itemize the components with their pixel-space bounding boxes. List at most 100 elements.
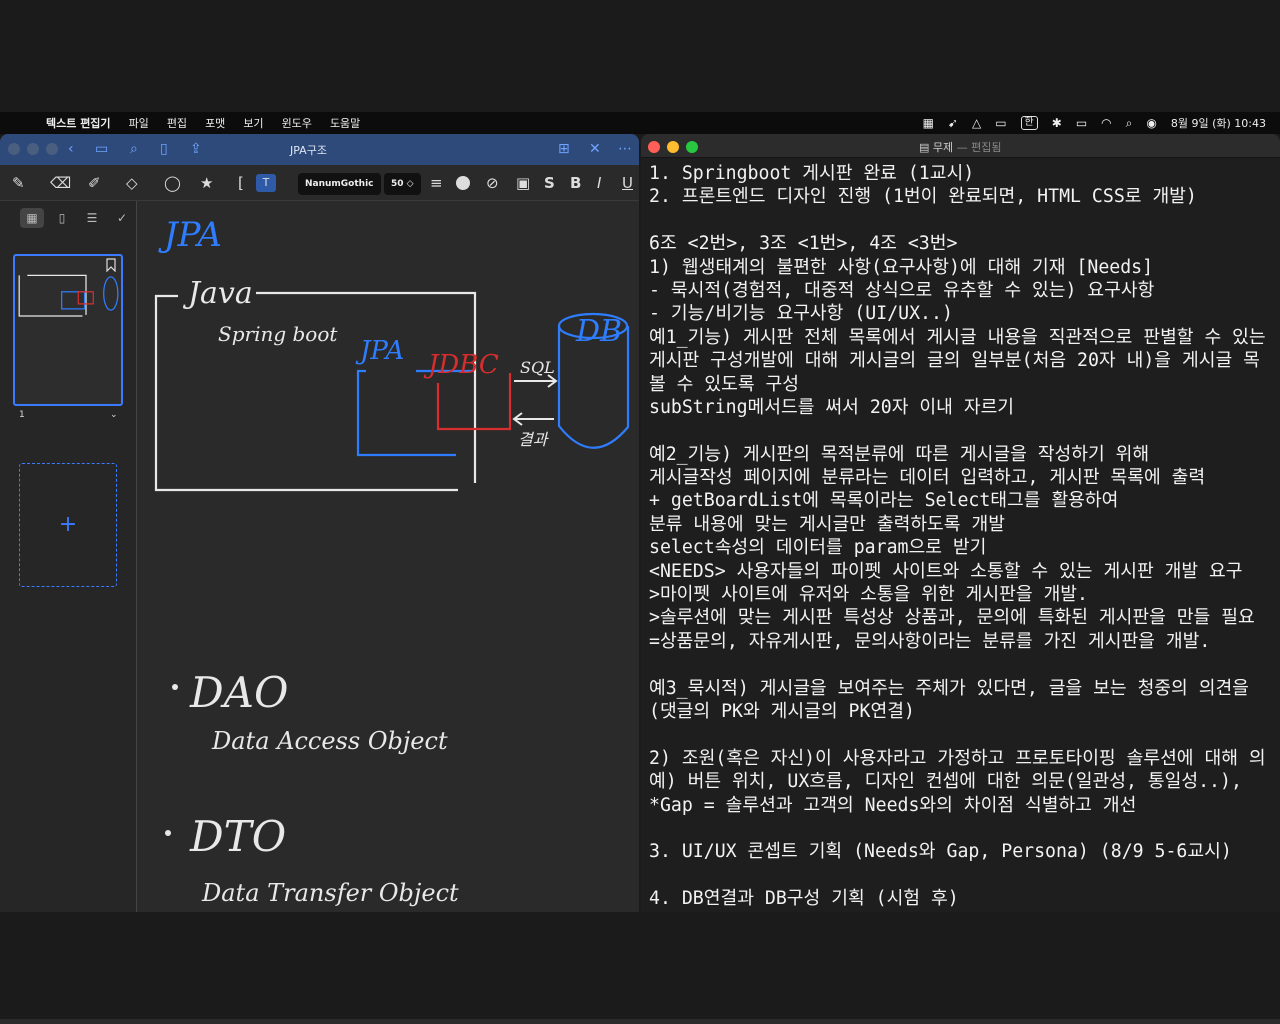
text-line: (댓글의 PK와 게시글의 PK연결) [649,700,915,722]
clock[interactable]: 8월 9일 (화) 10:43 [1171,115,1266,131]
jpa-box [356,369,456,457]
dao-bullet [172,684,178,690]
menu-format[interactable]: 포맷 [205,115,225,131]
align-icon[interactable]: ≡ [430,174,443,192]
eraser-icon[interactable]: ⌫ [50,174,71,192]
close-button[interactable] [648,141,660,153]
search-icon[interactable]: ⌕ [130,141,138,157]
strikethrough-icon[interactable]: S [544,174,555,192]
text-line: 1. Springboot 게시판 완료 (1교시) [649,163,975,184]
sidebar-toggle-icon[interactable]: ▭ [95,141,108,157]
share-icon[interactable]: ⇪ [190,141,202,157]
sql-label: SQL [520,358,555,377]
zoom-button[interactable] [46,143,58,155]
text-line: *Gap = 솔루션과 고객의 Needs와의 차이점 식별하고 개선 [649,794,1137,816]
menu-window[interactable]: 윈도우 [282,115,312,131]
check-icon[interactable]: ✓ [110,208,134,228]
font-family-picker[interactable]: NanumGothic [298,173,381,195]
zoom-button[interactable] [686,141,698,153]
bluetooth-icon[interactable]: ✱ [1052,116,1062,130]
page-sidebar: ▦ ▯ ☰ ✓ 1 ⌄ + [0,201,137,912]
text-line: 예) 버튼 위치, UX흐름, 디자인 컨셉에 대한 의문(일관성, 통일성..… [649,771,1242,793]
thumbnail-bookmark-icon[interactable] [105,258,117,272]
textedit-window: ▤ 무제 — 편집됨 1. Springboot 게시판 완료 (1교시) 2. … [641,134,1280,912]
textedit-titlebar: ▤ 무제 — 편집됨 [641,134,1280,158]
edited-status: — 편집됨 [956,141,1002,154]
thumbnails-icon[interactable]: ▦ [20,208,44,228]
document-title[interactable]: JPA구조 [290,142,327,158]
note-canvas[interactable]: JPA Java Spring boot JPA JDBC DB SQL 결과 … [138,201,639,912]
control-center-icon[interactable]: ◉ [1146,116,1156,130]
jdbc-label: JDBC [423,350,499,380]
dto-bullet [165,830,171,836]
menu-edit[interactable]: 편집 [167,115,187,131]
text-line: subString메서드를 써서 20자 이내 자르기 [649,396,1015,418]
menu-app-name[interactable]: 텍스트 편집기 [46,115,111,131]
text-line: =상품문의, 자유게시판, 문의사항이라는 분류를 가진 게시판을 개발. [649,630,1211,652]
no-fill-icon[interactable]: ⊘ [486,174,499,192]
text-line: + getBoardList에 목록이라는 Select태그를 활용하여 [649,490,1119,512]
text-line: 게시판 구성개발에 대해 게시글의 글의 일부분(처음 20자 내)을 게시글 … [649,350,1260,372]
battery-icon[interactable]: ▭ [1076,116,1087,130]
wifi-icon[interactable]: ◠ [1101,116,1111,130]
back-icon[interactable]: ‹ [68,141,74,157]
dao-label: DAO [189,668,288,717]
menu-file[interactable]: 파일 [129,115,149,131]
text-line [649,419,1280,442]
page-options-chevron-icon[interactable]: ⌄ [110,410,118,420]
close-button[interactable] [8,143,20,155]
menu-view[interactable]: 보기 [243,115,263,131]
text-line: 볼 수 있도록 구성 [649,373,799,395]
text-line: 2) 조원(혹은 자신)이 사용자라고 가정하고 프로토타이핑 솔루션에 대해 … [649,747,1266,769]
text-line: - 묵시적(경험적, 대중적 상식으로 유추할 수 있는) 요구사항 [649,279,1155,301]
bookmarks-icon[interactable]: ▯ [50,208,74,228]
color-swatch-icon[interactable] [456,176,470,190]
menu-help[interactable]: 도움말 [330,115,360,131]
pen-icon[interactable]: ✎ [12,174,25,192]
text-line: 4. DB연결과 DB구성 기획 (시험 후) [649,888,959,910]
text-line [649,723,1280,746]
page-thumbnail[interactable] [13,254,123,406]
font-size-picker[interactable]: 50 ◇ [384,173,421,195]
underline-icon[interactable]: U [622,174,633,192]
menu-bar: 텍스트 편집기 파일 편집 포맷 보기 윈도우 도움말 ▦ ➹ △ ▭ 한 ✱ … [0,112,1280,134]
bold-icon[interactable]: B [570,174,581,192]
outline-icon[interactable]: ☰ [80,208,104,228]
image-icon[interactable]: [ [238,174,244,192]
search-icon[interactable]: ⌕ [1126,116,1133,131]
display-icon[interactable]: ▭ [995,116,1006,130]
text-line [649,209,1280,232]
input-source-indicator[interactable]: 한 [1020,116,1038,130]
shapes-icon[interactable]: ◇ [126,174,138,192]
java-label: Java [182,276,253,311]
minimize-button[interactable] [27,143,39,155]
sticker-icon[interactable]: ★ [200,174,213,192]
tool-icon[interactable]: ➹ [948,116,958,130]
highlighter-icon[interactable]: ✐ [88,174,101,192]
text-line: 1) 웹생태계의 불편한 사항(요구사항)에 대해 기재 [Needs] [649,256,1154,278]
add-page-button[interactable]: + [19,463,117,587]
text-line: 분류 내용에 맞는 게시글만 출력하도록 개발 [649,513,1005,535]
layout-icon[interactable]: ▦ [923,116,934,130]
result-label: 결과 [518,430,549,449]
close-icon[interactable]: ✕ [589,141,601,157]
font-size-value: 50 [391,179,404,189]
text-line [649,817,1280,840]
add-page-icon[interactable]: ⊞ [558,141,570,157]
window-title: ▤ 무제 — 편집됨 [919,139,1002,155]
lasso-icon[interactable]: ◯ [164,174,181,192]
text-line [649,653,1280,676]
text-line: select속성의 데이터를 param으로 받기 [649,537,987,559]
text-tool-icon[interactable]: T [256,174,276,192]
jpa-heading: JPA [158,215,222,255]
text-line: 예1_기능) 게시판 전체 목록에서 게시글 내용을 직관적으로 판별할 수 있… [649,326,1266,348]
jpa-label: JPA [355,336,404,366]
text-line: 게시글작성 페이지에 분류라는 데이터 입력하고, 게시판 목록에 출력 [649,467,1206,489]
more-icon[interactable]: ⋯ [618,141,632,157]
drive-icon[interactable]: △ [972,116,981,130]
minimize-button[interactable] [667,141,679,153]
document-text-area[interactable]: 1. Springboot 게시판 완료 (1교시) 2. 프론트엔드 디자인 진… [649,162,1280,911]
bookmark-icon[interactable]: ▯ [160,141,168,157]
italic-icon[interactable]: I [597,174,601,192]
text-box-icon[interactable]: ▣ [516,174,530,192]
